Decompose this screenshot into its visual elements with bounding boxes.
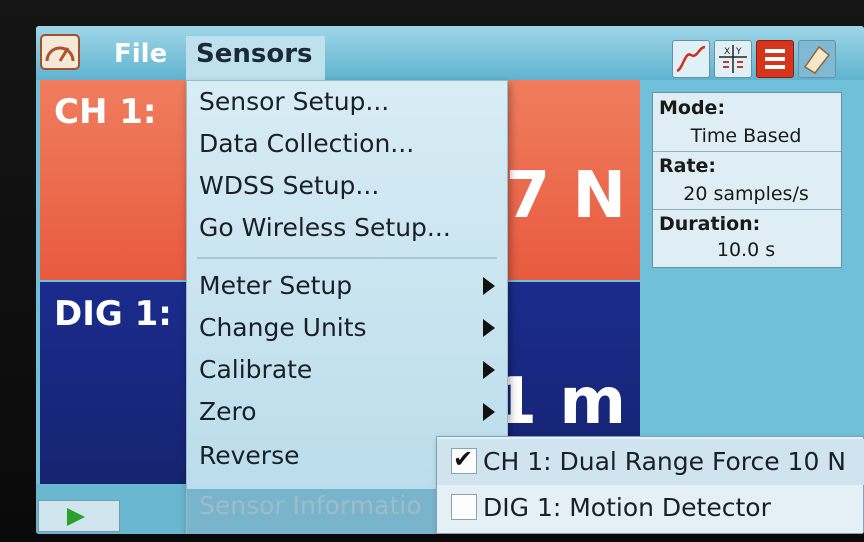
svg-text:Y: Y — [735, 47, 742, 57]
submenu-item-label: DIG 1: Motion Detector — [483, 493, 771, 522]
menu-item-go-wireless-setup[interactable]: Go Wireless Setup... — [199, 213, 451, 242]
mode-label: Mode: — [659, 97, 726, 119]
menu-bar: File Sensors X Y — [36, 26, 864, 80]
dig1-label: DIG 1: — [54, 294, 172, 334]
notes-icon[interactable] — [756, 40, 794, 78]
ch1-label: CH 1: — [54, 92, 157, 132]
info-divider — [653, 151, 841, 152]
info-divider — [653, 209, 841, 210]
submenu-item-label: CH 1: Dual Range Force 10 N — [483, 447, 847, 476]
menu-item-reverse[interactable]: Reverse — [199, 441, 300, 470]
duration-value: 10.0 s — [716, 239, 776, 261]
graph-icon[interactable] — [672, 40, 710, 78]
mode-value: Time Based — [690, 125, 802, 147]
submenu-arrow-icon — [483, 361, 495, 379]
dig1-checkbox[interactable] — [451, 494, 477, 520]
menu-item-change-units[interactable]: Change Units — [199, 313, 367, 342]
submenu-arrow-icon — [483, 277, 495, 295]
dig1-value: 1 m — [492, 365, 627, 439]
submenu-item-dig1[interactable]: DIG 1: Motion Detector — [437, 485, 864, 531]
rate-label: Rate: — [659, 155, 717, 177]
gauge-icon[interactable] — [40, 34, 80, 70]
menu-item-meter-setup[interactable]: Meter Setup — [199, 271, 352, 300]
file-menu[interactable]: File — [114, 39, 167, 69]
menu-item-sensor-information: Sensor Informatio — [199, 491, 422, 520]
menu-item-sensor-setup[interactable]: Sensor Setup... — [199, 87, 389, 116]
menu-item-data-collection[interactable]: Data Collection... — [199, 129, 414, 158]
submenu-arrow-icon — [483, 319, 495, 337]
checkmark-icon: ✔ — [453, 445, 474, 473]
collection-info-panel[interactable]: Mode: Time Based Rate: 20 samples/s Dura… — [652, 92, 842, 268]
duration-label: Duration: — [659, 213, 761, 235]
collect-button[interactable] — [38, 500, 120, 532]
journal-icon[interactable] — [798, 40, 836, 78]
menu-item-zero[interactable]: Zero — [199, 397, 257, 426]
reverse-submenu: ✔ CH 1: Dual Range Force 10 N DIG 1: Mot… — [436, 436, 864, 534]
menu-separator — [197, 257, 497, 259]
ch1-checkbox[interactable]: ✔ — [451, 445, 477, 474]
menu-item-wdss-setup[interactable]: WDSS Setup... — [199, 171, 379, 200]
rate-value: 20 samples/s — [683, 183, 809, 205]
submenu-arrow-icon — [483, 403, 495, 421]
sensors-menu[interactable]: Sensors — [186, 36, 325, 80]
menu-item-calibrate[interactable]: Calibrate — [199, 355, 312, 384]
play-icon — [67, 508, 85, 526]
device-screen: File Sensors X Y CH 1: 07 N DIG 1: 1 m M… — [36, 26, 864, 534]
table-icon[interactable]: X Y — [714, 40, 752, 78]
submenu-item-ch1[interactable]: ✔ CH 1: Dual Range Force 10 N — [437, 439, 864, 485]
svg-text:X: X — [724, 47, 730, 57]
